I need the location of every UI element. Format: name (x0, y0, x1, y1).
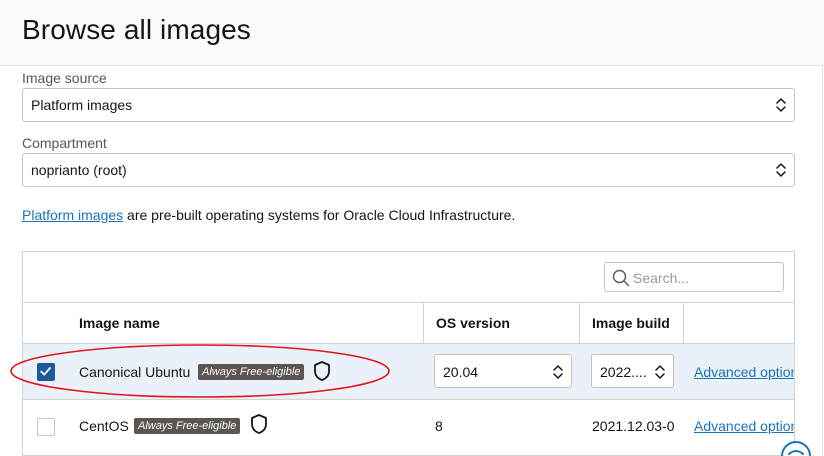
shield-icon (251, 414, 267, 434)
image-build-value: 2022.... (600, 364, 647, 380)
compartment-value: noprianto (root) (31, 162, 127, 178)
info-description: are pre-built operating systems for Orac… (123, 207, 516, 223)
advanced-options-link[interactable]: Advanced options (694, 418, 794, 434)
image-name: CentOS (79, 418, 129, 434)
image-build-select[interactable]: 2022.... (591, 354, 674, 388)
advanced-options-link[interactable]: Advanced options (694, 364, 794, 380)
image-build-value: 2021.12.03-0 (592, 418, 675, 434)
row-checkbox[interactable] (37, 418, 55, 436)
os-version-select[interactable]: 20.04 (434, 354, 572, 388)
info-text: Platform images are pre-built operating … (22, 207, 515, 223)
page-title: Browse all images (22, 14, 251, 45)
platform-images-link[interactable]: Platform images (22, 207, 123, 223)
compartment-select[interactable]: noprianto (root) (22, 153, 795, 187)
search-box[interactable] (604, 262, 784, 292)
panel-divider (822, 66, 823, 456)
panel-header: Browse all images (0, 0, 824, 66)
os-version-value: 8 (435, 418, 443, 434)
table-header: Image name OS version Image build (23, 302, 794, 344)
image-source-value: Platform images (31, 97, 133, 113)
free-eligible-badge: Always Free-eligible (134, 418, 241, 434)
search-icon (612, 269, 630, 287)
annotation-ellipse (10, 344, 390, 398)
table-row[interactable]: CentOS Always Free-eligible 8 2021.12.03… (23, 400, 794, 456)
updown-chevron-icon (776, 163, 786, 177)
search-input[interactable] (633, 269, 778, 287)
compartment-label: Compartment (22, 135, 107, 151)
image-source-label: Image source (22, 70, 107, 86)
column-divider (579, 303, 580, 344)
help-chat-icon[interactable] (780, 440, 812, 456)
table-toolbar (23, 252, 794, 302)
image-source-select[interactable]: Platform images (22, 88, 795, 122)
updown-chevron-icon (776, 98, 786, 112)
header-image-build[interactable]: Image build (592, 303, 670, 344)
updown-chevron-icon (655, 365, 665, 379)
column-divider (423, 303, 424, 344)
column-divider (683, 303, 684, 344)
os-version-value: 20.04 (443, 364, 479, 380)
header-image-name[interactable]: Image name (79, 303, 160, 344)
header-os-version[interactable]: OS version (436, 303, 510, 344)
updown-chevron-icon (553, 365, 563, 379)
